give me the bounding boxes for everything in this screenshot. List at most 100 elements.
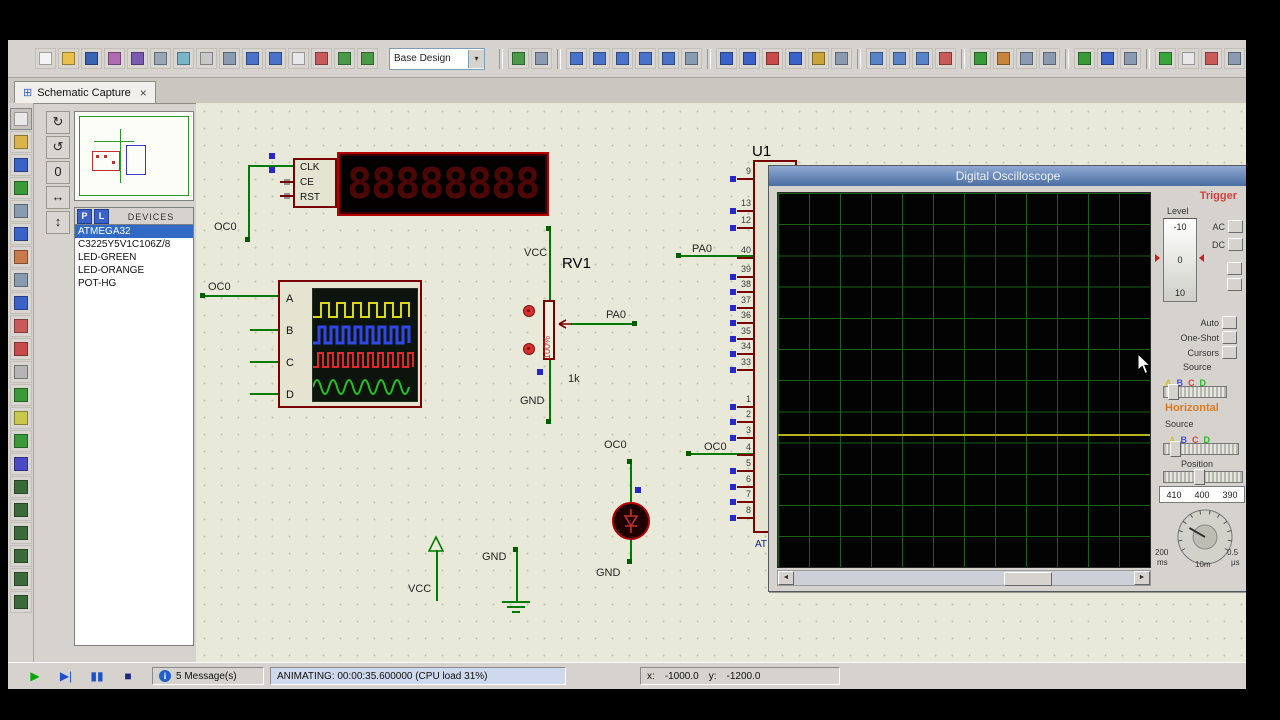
overview-minimap[interactable]	[74, 111, 194, 201]
oscilloscope-window[interactable]: Digital Oscilloscope Trigger Level -10 0 1…	[768, 165, 1246, 592]
copy-clipboard-icon[interactable]	[831, 48, 852, 69]
path-2d-mode-icon[interactable]	[9, 568, 32, 590]
rotate-clockwise-button[interactable]: ↻	[46, 111, 70, 134]
pan-center-icon[interactable]	[566, 48, 587, 69]
view-redraw-icon[interactable]	[508, 48, 529, 69]
component-mode-icon[interactable]	[9, 131, 32, 153]
trigger-edge-rising-button[interactable]	[1227, 262, 1242, 275]
wire-autorouter-icon[interactable]	[1074, 48, 1095, 69]
snap-toggle-icon[interactable]	[531, 48, 552, 69]
text-2d-mode-icon[interactable]	[9, 591, 32, 613]
device-list-item[interactable]: C3225Y5V1C106Z/8	[75, 238, 193, 251]
current-probe-mode-icon[interactable]	[9, 430, 32, 452]
text-script-mode-icon[interactable]	[9, 200, 32, 222]
zoom-area-icon[interactable]	[658, 48, 679, 69]
scroll-thumb[interactable]	[1004, 572, 1052, 586]
device-list-item[interactable]: ATMEGA32	[75, 225, 193, 238]
toggle-false-origin-icon[interactable]	[242, 48, 263, 69]
zoom-all-icon[interactable]	[635, 48, 656, 69]
pick-parts-icon[interactable]	[970, 48, 991, 69]
design-root-dropdown[interactable]: Base Design ▾	[389, 47, 485, 70]
message-status[interactable]: i 5 Message(s)	[152, 667, 264, 685]
cut-icon[interactable]	[762, 48, 783, 69]
step-button[interactable]: ▶|	[53, 667, 79, 685]
device-pin-mode-icon[interactable]	[9, 315, 32, 337]
block-delete-icon[interactable]	[935, 48, 956, 69]
next-sheet-icon[interactable]	[357, 48, 378, 69]
device-list-item[interactable]: LED-GREEN	[75, 251, 193, 264]
scroll-track[interactable]	[794, 572, 1134, 586]
tab-close-icon[interactable]: ×	[140, 86, 147, 100]
device-list-item[interactable]: POT-HG	[75, 277, 193, 290]
subcircuit-mode-icon[interactable]	[9, 246, 32, 268]
instant-edit-mode-icon[interactable]	[9, 269, 32, 291]
zoom-to-child-icon[interactable]	[1224, 48, 1245, 69]
horizontal-position-slider[interactable]	[1163, 469, 1243, 485]
block-rotate-icon[interactable]	[912, 48, 933, 69]
make-device-icon[interactable]	[993, 48, 1014, 69]
mirror-horizontal-button[interactable]: ↔	[46, 186, 70, 209]
copy-icon[interactable]	[785, 48, 806, 69]
cursors-button[interactable]	[1222, 346, 1237, 359]
delete-sheet-icon[interactable]	[311, 48, 332, 69]
zoom-in-icon[interactable]	[589, 48, 610, 69]
x-cursor-toggle-icon[interactable]	[265, 48, 286, 69]
scroll-right-icon[interactable]: ►	[1134, 571, 1150, 585]
redo-icon[interactable]	[739, 48, 760, 69]
schematic-canvas[interactable]: OC0 OC0 VCC RV1 PA0 1k GND PA0 OC0 OC0 GND GND VCC U1…	[196, 103, 1246, 662]
mark-output-area-icon[interactable]	[173, 48, 194, 69]
wire-label-mode-icon[interactable]	[9, 177, 32, 199]
undo-icon[interactable]	[716, 48, 737, 69]
device-list[interactable]: ATMEGA32 C3225Y5V1C106Z/8 LED-GREEN LED-ORA…	[74, 224, 194, 646]
print-design-icon[interactable]	[150, 48, 171, 69]
pause-button[interactable]: ▮▮	[84, 667, 110, 685]
arc-2d-mode-icon[interactable]	[9, 545, 32, 567]
block-copy-icon[interactable]	[866, 48, 887, 69]
search-tag-icon[interactable]	[1097, 48, 1118, 69]
line-2d-mode-icon[interactable]	[9, 476, 32, 498]
selection-mode-icon[interactable]	[9, 108, 32, 130]
export-section-icon[interactable]	[127, 48, 148, 69]
new-root-sheet-icon[interactable]	[1178, 48, 1199, 69]
play-button[interactable]: ▶	[22, 667, 48, 685]
seven-seg-display[interactable]: 88888888	[337, 152, 549, 216]
set-paper-size-icon[interactable]	[196, 48, 217, 69]
pot-increase-button[interactable]	[523, 305, 535, 317]
block-move-icon[interactable]	[889, 48, 910, 69]
tab-schematic-capture[interactable]: ⊞ Schematic Capture ×	[14, 81, 156, 103]
pot-decrease-button[interactable]	[523, 343, 535, 355]
device-list-item[interactable]: LED-ORANGE	[75, 264, 193, 277]
decompose-icon[interactable]	[1039, 48, 1060, 69]
import-section-icon[interactable]	[104, 48, 125, 69]
mirror-vertical-button[interactable]: ↕	[46, 211, 70, 234]
inter-sheet-terminal-mode-icon[interactable]	[9, 292, 32, 314]
generator-mode-icon[interactable]	[9, 384, 32, 406]
one-shot-button[interactable]	[1222, 331, 1237, 344]
horizontal-position-values[interactable]: 410 400 390	[1159, 486, 1245, 503]
dropdown-arrow-icon[interactable]: ▾	[468, 49, 484, 68]
property-assignment-icon[interactable]	[1120, 48, 1141, 69]
design-explorer-icon[interactable]	[1155, 48, 1176, 69]
library-manager-button[interactable]: L	[94, 209, 109, 224]
buses-mode-icon[interactable]	[9, 223, 32, 245]
oscilloscope-titlebar[interactable]: Digital Oscilloscope	[769, 166, 1246, 186]
zoom-out-icon[interactable]	[612, 48, 633, 69]
paste-icon[interactable]	[808, 48, 829, 69]
new-design-icon[interactable]	[35, 48, 56, 69]
toggle-grid-icon[interactable]	[219, 48, 240, 69]
waveform-generator-component[interactable]: A B C D	[278, 280, 422, 408]
rotation-angle-field[interactable]: 0	[46, 161, 70, 184]
horizontal-source-slider[interactable]	[1163, 441, 1239, 457]
tape-recorder-mode-icon[interactable]	[9, 361, 32, 383]
ac-coupling-button[interactable]	[1228, 220, 1243, 233]
seven-seg-pinbox[interactable]: CLK CE RST	[293, 158, 337, 208]
new-sheet-icon[interactable]	[288, 48, 309, 69]
save-design-icon[interactable]	[81, 48, 102, 69]
circle-2d-mode-icon[interactable]	[9, 522, 32, 544]
dc-coupling-button[interactable]	[1228, 238, 1243, 251]
led-component[interactable]	[612, 502, 650, 540]
pick-devices-button[interactable]: P	[77, 209, 92, 224]
graph-mode-icon[interactable]	[9, 338, 32, 360]
previous-sheet-icon[interactable]	[334, 48, 355, 69]
box-2d-mode-icon[interactable]	[9, 499, 32, 521]
